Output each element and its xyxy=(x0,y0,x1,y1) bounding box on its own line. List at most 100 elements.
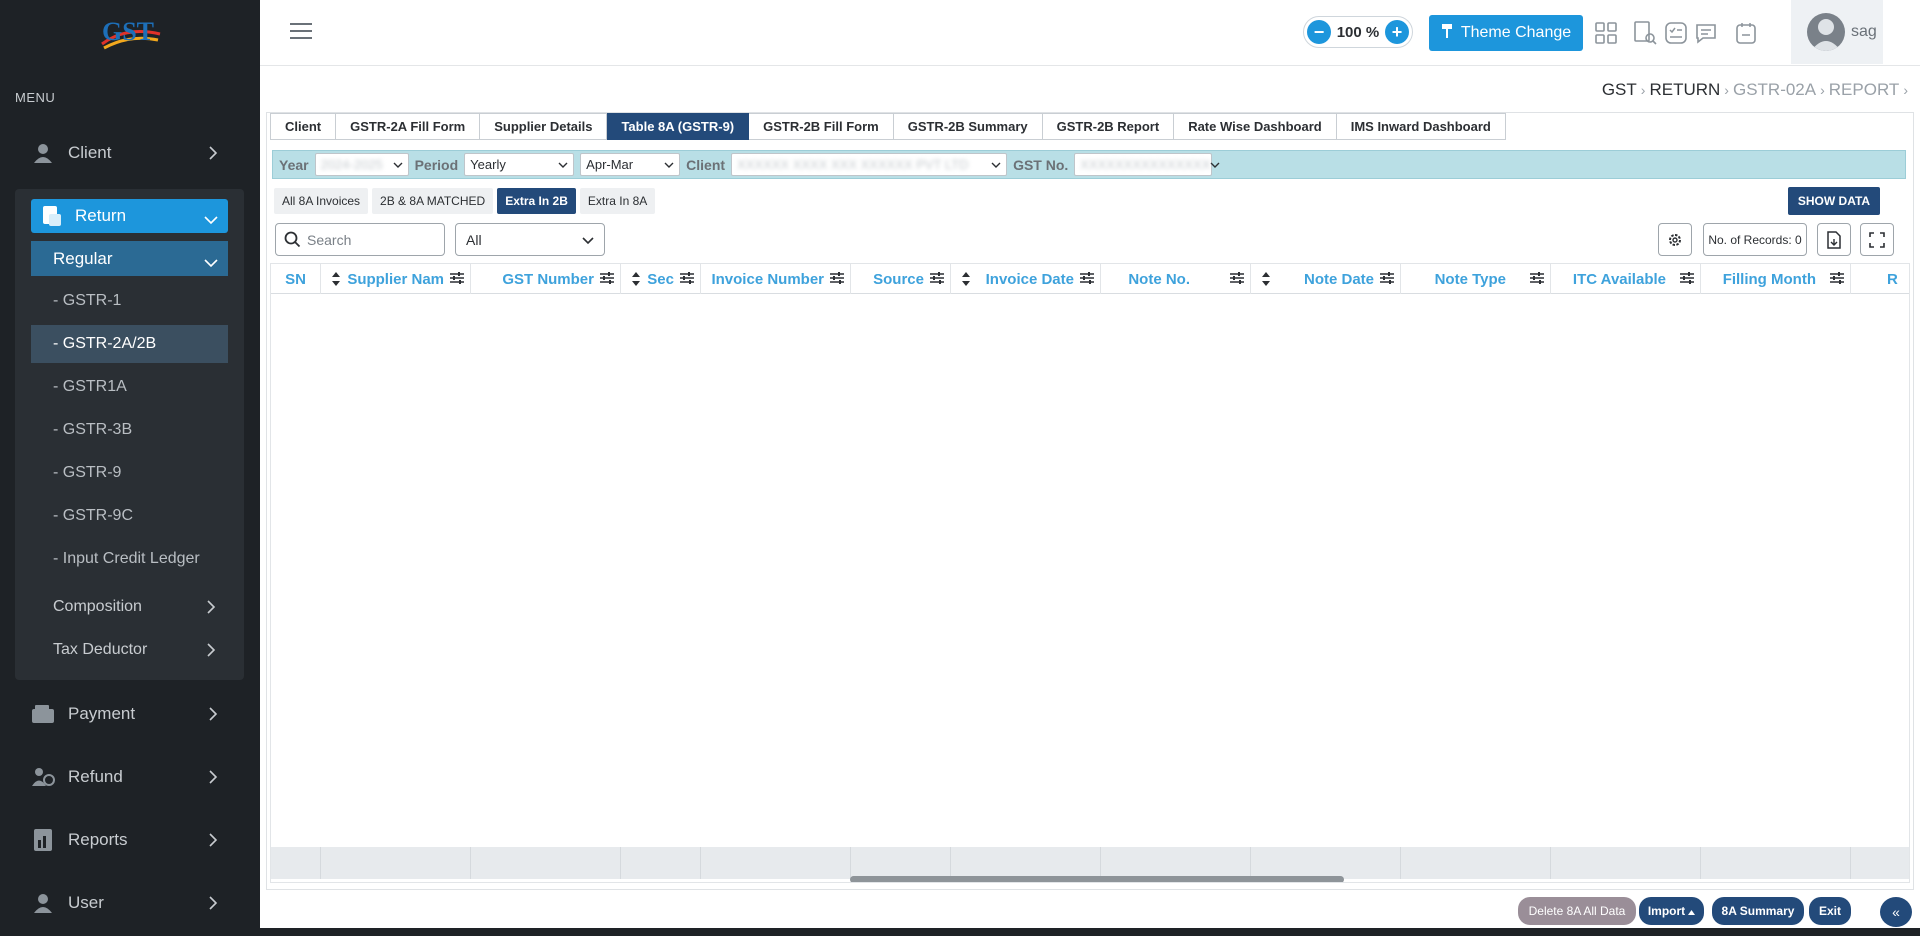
tab-table-8a[interactable]: Table 8A (GSTR-9) xyxy=(607,113,750,140)
filter-sliders-icon[interactable] xyxy=(1080,271,1094,288)
sidebar-item-return[interactable]: Return xyxy=(31,199,228,233)
sidebar-item-client[interactable]: Client xyxy=(30,133,230,173)
filter-sliders-icon[interactable] xyxy=(680,271,694,288)
breadcrumb-gst[interactable]: GST xyxy=(1602,80,1637,100)
svg-text:GST: GST xyxy=(102,17,154,46)
filter-sliders-icon[interactable] xyxy=(600,271,614,288)
apps-grid-icon[interactable] xyxy=(1593,20,1619,46)
grid-body-empty xyxy=(271,294,1909,847)
column-header-note-type[interactable]: Note Type xyxy=(1401,264,1551,294)
tab-gstr-2b-report[interactable]: GSTR-2B Report xyxy=(1042,113,1175,140)
sidebar-item-user[interactable]: User xyxy=(30,883,230,923)
sidebar-item-gstr-3b[interactable]: - GSTR-3B xyxy=(31,411,228,449)
subtab-extra-in-8a[interactable]: Extra In 8A xyxy=(579,188,656,214)
column-header-itc-available[interactable]: ITC Available xyxy=(1551,264,1701,294)
sort-icon[interactable] xyxy=(631,271,641,291)
breadcrumb-gstr-02a[interactable]: GSTR-02A xyxy=(1733,80,1816,100)
search-placeholder: Search xyxy=(307,231,352,248)
sidebar-item-regular[interactable]: Regular xyxy=(31,241,228,276)
data-grid: SN Supplier Nam GST Number Sec Invoice N… xyxy=(270,263,1910,883)
sidebar-item-gstr-2a-2b[interactable]: - GSTR-2A/2B xyxy=(31,325,228,363)
calendar-icon[interactable] xyxy=(1733,20,1759,46)
subtab-extra-in-2b[interactable]: Extra In 2B xyxy=(497,188,576,214)
tab-gstr-2b-summary[interactable]: GSTR-2B Summary xyxy=(893,113,1043,140)
chat-icon[interactable] xyxy=(1693,20,1719,46)
show-data-button[interactable]: SHOW DATA xyxy=(1788,187,1880,215)
import-button[interactable]: Import xyxy=(1639,897,1704,925)
sidebar-item-input-credit-ledger[interactable]: - Input Credit Ledger xyxy=(31,540,228,578)
filter-sliders-icon[interactable] xyxy=(1680,271,1694,288)
column-header-invoice-number[interactable]: Invoice Number xyxy=(701,264,851,294)
sort-icon[interactable] xyxy=(1261,271,1271,291)
column-settings-button[interactable] xyxy=(1658,223,1692,256)
column-header-r[interactable]: R xyxy=(1851,264,1909,294)
horizontal-scrollbar[interactable] xyxy=(850,876,1344,882)
filter-sliders-icon[interactable] xyxy=(1530,271,1544,288)
sidebar-item-composition[interactable]: Composition xyxy=(53,589,228,625)
tab-gstr-2b-fill-form[interactable]: GSTR-2B Fill Form xyxy=(749,113,894,140)
tab-client[interactable]: Client xyxy=(270,113,337,140)
document-search-icon[interactable] xyxy=(1632,20,1658,46)
column-header-note-no[interactable]: Note No. xyxy=(1101,264,1251,294)
chevron-right-icon xyxy=(208,769,218,789)
filter-bar: Year 2024-2025 Period Yearly Apr-Mar Cli… xyxy=(272,150,1906,179)
tab-ims-inward-dashboard[interactable]: IMS Inward Dashboard xyxy=(1336,113,1506,140)
theme-change-button[interactable]: Theme Change xyxy=(1429,15,1583,51)
year-select[interactable]: 2024-2025 xyxy=(314,153,409,176)
all-filter-select[interactable]: All xyxy=(455,223,605,256)
sidebar-item-gstr-9[interactable]: - GSTR-9 xyxy=(31,454,228,492)
filter-sliders-icon[interactable] xyxy=(1380,271,1394,288)
filter-sliders-icon[interactable] xyxy=(450,271,464,288)
zoom-out-button[interactable]: − xyxy=(1307,20,1331,44)
column-header-gst-number[interactable]: GST Number xyxy=(471,264,621,294)
zoom-in-button[interactable]: + xyxy=(1384,20,1409,44)
column-header-invoice-date[interactable]: Invoice Date xyxy=(951,264,1101,294)
collapse-panel-button[interactable]: « xyxy=(1880,897,1912,927)
paint-roller-icon xyxy=(1441,23,1455,44)
tab-supplier-details[interactable]: Supplier Details xyxy=(480,113,608,140)
column-title: Note Type xyxy=(1434,270,1506,288)
column-title: Filling Month xyxy=(1722,270,1816,288)
chevron-down-icon xyxy=(664,157,674,172)
sidebar-item-gstr1a[interactable]: - GSTR1A xyxy=(31,368,228,406)
8a-summary-button[interactable]: 8A Summary xyxy=(1712,897,1804,925)
checklist-icon[interactable] xyxy=(1663,20,1689,46)
exit-button[interactable]: Exit xyxy=(1809,897,1851,925)
column-header-sn[interactable]: SN xyxy=(271,264,321,294)
sidebar-item-reports[interactable]: Reports xyxy=(30,820,230,860)
sidebar-item-gstr-9c[interactable]: - GSTR-9C xyxy=(31,497,228,535)
breadcrumb-return[interactable]: RETURN xyxy=(1649,80,1720,100)
column-header-filling-month[interactable]: Filling Month xyxy=(1701,264,1851,294)
sidebar-item-payment[interactable]: Payment xyxy=(30,694,230,734)
gst-number-select[interactable]: XXXXXXXXXXXXXXX xyxy=(1074,153,1220,176)
column-header-source[interactable]: Source xyxy=(851,264,951,294)
period-select[interactable]: Yearly xyxy=(464,153,575,176)
filter-sliders-icon[interactable] xyxy=(930,271,944,288)
month-range-select[interactable]: Apr-Mar xyxy=(580,153,681,176)
sidebar-item-refund[interactable]: Refund xyxy=(30,757,230,797)
footer-cell xyxy=(271,847,321,879)
search-input[interactable]: Search xyxy=(275,223,445,256)
column-header-supplier-name[interactable]: Supplier Nam xyxy=(321,264,471,294)
filter-sliders-icon[interactable] xyxy=(830,271,844,288)
column-header-section[interactable]: Sec xyxy=(621,264,701,294)
column-header-note-date[interactable]: Note Date xyxy=(1251,264,1401,294)
filter-sliders-icon[interactable] xyxy=(1830,271,1844,288)
subtab-2b-8a-matched[interactable]: 2B & 8A MATCHED xyxy=(372,188,494,214)
client-select[interactable]: XXXXXX XXXX XXX XXXXXX PVT LTD xyxy=(731,153,1008,176)
export-button[interactable] xyxy=(1817,223,1851,256)
subtab-all-8a-invoices[interactable]: All 8A Invoices xyxy=(274,188,369,214)
column-title: Supplier Nam xyxy=(347,270,444,288)
module-tabs: Client GSTR-2A Fill Form Supplier Detail… xyxy=(270,113,1506,140)
sort-icon[interactable] xyxy=(331,271,341,291)
delete-8a-all-data-button[interactable]: Delete 8A All Data xyxy=(1518,897,1636,925)
user-profile[interactable]: sag xyxy=(1791,0,1883,64)
sort-icon[interactable] xyxy=(961,271,971,291)
tab-gstr-2a-fill-form[interactable]: GSTR-2A Fill Form xyxy=(336,113,481,140)
tab-rate-wise-dashboard[interactable]: Rate Wise Dashboard xyxy=(1174,113,1337,140)
fullscreen-button[interactable] xyxy=(1860,223,1894,256)
filter-sliders-icon[interactable] xyxy=(1230,271,1244,288)
sidebar-item-tax-deductor[interactable]: Tax Deductor xyxy=(53,632,228,668)
hamburger-menu-icon[interactable] xyxy=(290,22,312,40)
sidebar-item-gstr-1[interactable]: - GSTR-1 xyxy=(31,282,228,320)
